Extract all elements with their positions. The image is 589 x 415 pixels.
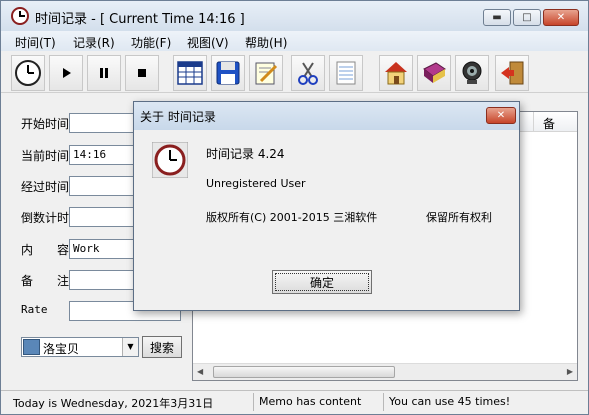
- pause-button[interactable]: [87, 55, 121, 91]
- toolbar: [1, 53, 588, 93]
- menu-function[interactable]: 功能(F): [131, 34, 171, 51]
- dialog-title: 关于 时间记录: [140, 110, 216, 124]
- status-memo: Memo has content: [259, 395, 362, 408]
- edit-button[interactable]: [249, 55, 283, 91]
- scissors-icon: [298, 62, 318, 85]
- menu-record[interactable]: 记录(R): [73, 34, 115, 51]
- home-button[interactable]: [379, 55, 413, 91]
- status-divider: [253, 393, 254, 411]
- book-icon: [423, 62, 446, 83]
- status-uses: You can use 45 times!: [389, 395, 511, 408]
- dialog-close-button[interactable]: ✕: [486, 107, 516, 124]
- cut-button[interactable]: [291, 55, 325, 91]
- scroll-left-icon[interactable]: ◀: [197, 367, 203, 376]
- start-button[interactable]: [49, 55, 83, 91]
- close-icon: ✕: [496, 110, 506, 121]
- dialog-license: Unregistered User: [206, 177, 306, 190]
- memo-label-char1: 备: [21, 274, 34, 288]
- notes-button[interactable]: [329, 55, 363, 91]
- about-dialog: 关于 时间记录 ✕ 时间记录 4.24 Unregistered User 版权…: [133, 101, 520, 311]
- menu-help[interactable]: 帮助(H): [245, 34, 287, 51]
- column-divider: [533, 112, 534, 132]
- scroll-right-icon[interactable]: ▶: [567, 367, 573, 376]
- lined-paper-icon: [336, 61, 356, 85]
- pause-icon: [100, 68, 108, 78]
- status-date: Today is Wednesday, 2021年3月31日: [13, 397, 214, 410]
- dialog-rights: 保留所有权利: [426, 211, 492, 224]
- search-engine-icon: [23, 339, 40, 355]
- current-time-label: 当前时间: [21, 149, 70, 163]
- notepad-pencil-icon: [255, 62, 278, 85]
- menu-time[interactable]: 时间(T): [15, 34, 56, 51]
- dialog-app-name: 时间记录 4.24: [206, 147, 285, 161]
- app-clock-icon: [152, 142, 188, 178]
- ok-button[interactable]: 确定: [272, 270, 372, 294]
- search-button[interactable]: 搜索: [142, 336, 182, 358]
- status-bar: Today is Wednesday, 2021年3月31日 Memo has …: [1, 390, 588, 414]
- records-button[interactable]: [173, 55, 207, 91]
- stop-button[interactable]: [125, 55, 159, 91]
- app-clock-icon: [11, 7, 29, 25]
- horizontal-scrollbar[interactable]: ◀ ▶: [193, 363, 577, 380]
- menu-view[interactable]: 视图(V): [187, 34, 229, 51]
- search-engine-value: 洛宝贝: [43, 342, 80, 356]
- save-button[interactable]: [211, 55, 245, 91]
- exit-door-icon: [501, 61, 524, 85]
- memo-label-char2: 注: [57, 274, 70, 288]
- content-label-char1: 内: [21, 243, 34, 257]
- dialog-title-bar[interactable]: 关于 时间记录 ✕: [134, 102, 519, 130]
- stop-icon: [138, 69, 146, 77]
- maximize-button[interactable]: □: [513, 9, 541, 26]
- content-label-char2: 容: [57, 243, 70, 257]
- webcam-icon: [462, 61, 482, 84]
- start-time-label: 开始时间: [21, 117, 70, 131]
- search-engine-select[interactable]: 洛宝贝 ▼: [21, 337, 139, 357]
- minimize-icon: ▬: [492, 12, 502, 23]
- dialog-copyright: 版权所有(C) 2001-2015 三湘软件: [206, 211, 378, 224]
- minimize-button[interactable]: ▬: [483, 9, 511, 26]
- close-icon: ✕: [556, 12, 566, 23]
- maximize-icon: □: [522, 12, 532, 23]
- title-bar[interactable]: 时间记录 - [ Current Time 14:16 ] ▬ □ ✕: [1, 1, 588, 31]
- camera-button[interactable]: [455, 55, 489, 91]
- home-icon: [385, 62, 407, 85]
- help-book-button[interactable]: [417, 55, 451, 91]
- rate-label: Rate: [21, 303, 48, 316]
- calendar-grid-icon: [177, 61, 203, 85]
- scroll-thumb[interactable]: [213, 366, 395, 378]
- exit-button[interactable]: [495, 55, 529, 91]
- elapsed-time-label: 经过时间: [21, 180, 70, 194]
- status-divider: [383, 393, 384, 411]
- chevron-down-icon[interactable]: ▼: [122, 338, 138, 356]
- column-header-memo[interactable]: 备: [543, 115, 555, 132]
- countdown-label: 倒数计时: [21, 211, 70, 225]
- toolbar-clock-button[interactable]: [11, 55, 45, 91]
- window-title: 时间记录 - [ Current Time 14:16 ]: [35, 12, 245, 27]
- menu-bar: 时间(T) 记录(R) 功能(F) 视图(V) 帮助(H): [1, 31, 588, 51]
- play-icon: [63, 68, 71, 78]
- floppy-disk-icon: [216, 61, 240, 85]
- clock-icon: [15, 60, 41, 86]
- close-button[interactable]: ✕: [543, 9, 579, 26]
